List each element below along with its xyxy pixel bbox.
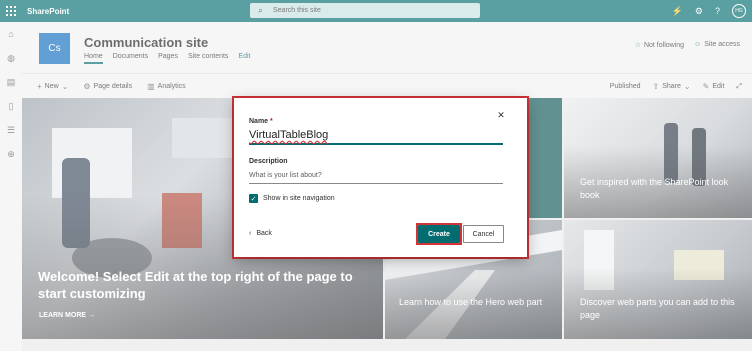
back-button[interactable]: ‹ Back [249,230,272,237]
create-list-dialog: ✕ Name * VirtualTableBlog Description Wh… [234,98,527,257]
name-input-value: VirtualTableBlog [249,129,329,141]
cancel-button[interactable]: Cancel [463,225,504,243]
show-in-nav-label: Show in site navigation [263,195,335,202]
checkmark-icon: ✓ [249,194,258,203]
back-label: Back [256,230,272,237]
chevron-left-icon: ‹ [249,230,252,237]
name-input[interactable]: VirtualTableBlog [249,129,503,145]
name-label-text: Name [249,118,269,125]
create-button[interactable]: Create [418,225,460,243]
description-label: Description [249,158,288,165]
show-in-nav-checkbox[interactable]: ✓ Show in site navigation [249,194,335,203]
name-label: Name * [249,118,273,125]
description-input[interactable]: What is your list about? [249,172,503,184]
required-mark: * [270,118,273,125]
close-icon[interactable]: ✕ [496,110,506,120]
